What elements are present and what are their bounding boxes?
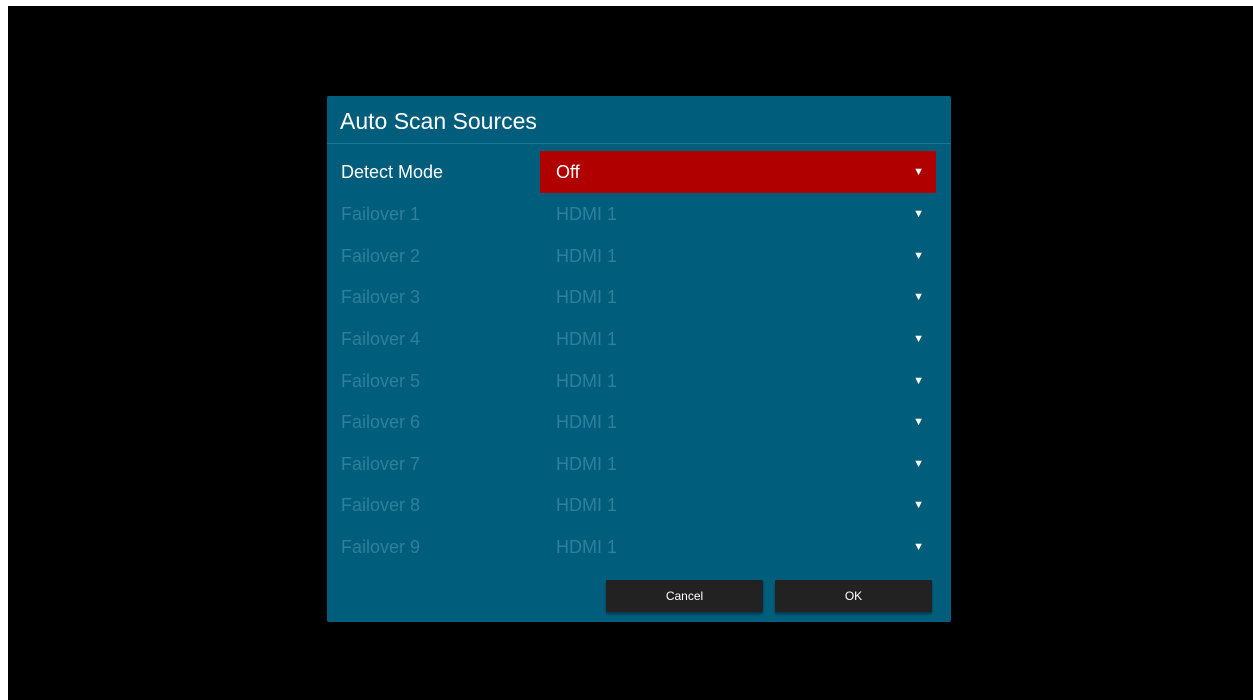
failover-row-2: Failover 2 HDMI 1 ▼ [327, 235, 951, 277]
dropdown-arrow-icon: ▼ [913, 333, 924, 345]
dropdown-arrow-icon: ▼ [913, 416, 924, 428]
failover-1-label: Failover 1 [341, 204, 421, 224]
cancel-button[interactable]: Cancel [606, 580, 763, 612]
dropdown-arrow-icon: ▼ [913, 166, 924, 178]
auto-scan-sources-dialog: Auto Scan Sources Detect Mode Off ▼ Fail… [327, 96, 951, 622]
failover-5-select[interactable]: HDMI 1 ▼ [540, 360, 936, 402]
detect-mode-row: Detect Mode Off ▼ [327, 151, 951, 193]
dropdown-arrow-icon: ▼ [913, 291, 924, 303]
failover-4-label: Failover 4 [341, 329, 421, 349]
failover-row-1: Failover 1 HDMI 1 ▼ [327, 193, 951, 235]
failover-8-value: HDMI 1 [556, 495, 618, 515]
dropdown-arrow-icon: ▼ [913, 458, 924, 470]
failover-6-value: HDMI 1 [556, 412, 618, 432]
failover-1-select[interactable]: HDMI 1 ▼ [540, 193, 936, 235]
dropdown-arrow-icon: ▼ [913, 375, 924, 387]
failover-3-label: Failover 3 [341, 287, 421, 307]
failover-8-label: Failover 8 [341, 495, 421, 515]
failover-row-5: Failover 5 HDMI 1 ▼ [327, 360, 951, 402]
dialog-title: Auto Scan Sources [340, 108, 537, 134]
failover-2-label: Failover 2 [341, 246, 421, 266]
detect-mode-label: Detect Mode [341, 162, 444, 182]
failover-4-value: HDMI 1 [556, 329, 618, 349]
ok-button[interactable]: OK [775, 580, 932, 612]
failover-8-select[interactable]: HDMI 1 ▼ [540, 484, 936, 526]
failover-3-select[interactable]: HDMI 1 ▼ [540, 276, 936, 318]
failover-9-label: Failover 9 [341, 537, 421, 557]
detect-mode-value: Off [556, 162, 580, 182]
dropdown-arrow-icon: ▼ [913, 208, 924, 220]
dropdown-arrow-icon: ▼ [913, 499, 924, 511]
failover-7-value: HDMI 1 [556, 454, 618, 474]
detect-mode-select[interactable]: Off ▼ [540, 151, 936, 193]
failover-6-label: Failover 6 [341, 412, 421, 432]
failover-9-select[interactable]: HDMI 1 ▼ [540, 526, 936, 568]
failover-7-select[interactable]: HDMI 1 ▼ [540, 443, 936, 485]
failover-6-select[interactable]: HDMI 1 ▼ [540, 401, 936, 443]
failover-3-value: HDMI 1 [556, 287, 618, 307]
failover-row-6: Failover 6 HDMI 1 ▼ [327, 401, 951, 443]
failover-1-value: HDMI 1 [556, 204, 618, 224]
failover-row-3: Failover 3 HDMI 1 ▼ [327, 276, 951, 318]
failover-9-value: HDMI 1 [556, 537, 618, 557]
failover-2-select[interactable]: HDMI 1 ▼ [540, 235, 936, 277]
failover-row-7: Failover 7 HDMI 1 ▼ [327, 443, 951, 485]
dropdown-arrow-icon: ▼ [913, 250, 924, 262]
failover-5-value: HDMI 1 [556, 371, 618, 391]
failover-row-9: Failover 9 HDMI 1 ▼ [327, 526, 951, 568]
failover-5-label: Failover 5 [341, 371, 421, 391]
failover-row-8: Failover 8 HDMI 1 ▼ [327, 484, 951, 526]
failover-7-label: Failover 7 [341, 454, 421, 474]
failover-row-4: Failover 4 HDMI 1 ▼ [327, 318, 951, 360]
screen-background: Auto Scan Sources Detect Mode Off ▼ Fail… [8, 6, 1253, 700]
title-divider [327, 143, 951, 144]
failover-2-value: HDMI 1 [556, 246, 618, 266]
dropdown-arrow-icon: ▼ [913, 541, 924, 553]
failover-4-select[interactable]: HDMI 1 ▼ [540, 318, 936, 360]
